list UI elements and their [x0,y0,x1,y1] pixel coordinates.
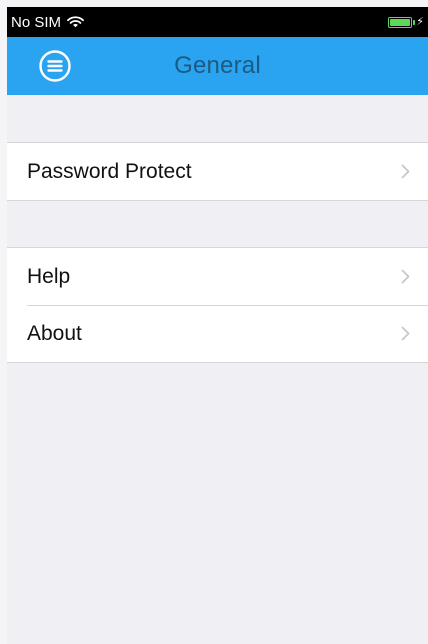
help-label: Help [27,264,71,288]
chevron-right-icon [401,326,410,341]
battery-tip [413,19,416,25]
carrier-label: No SIM [11,13,62,31]
status-left: No SIM [11,14,84,31]
wifi-icon [67,16,84,28]
about-label: About [27,321,82,345]
password-protect-row[interactable]: Password Protect [7,143,428,200]
about-row[interactable]: About [7,305,428,362]
chevron-right-icon [401,164,410,179]
chevron-right-icon [401,269,410,284]
battery-fill [390,18,411,26]
battery-body [388,16,413,28]
settings-group-security: Password Protect [7,142,428,201]
page-title: General [174,52,261,79]
settings-group-info: Help About [7,247,428,363]
navigation-bar: General [7,37,428,95]
password-protect-label: Password Protect [27,159,192,183]
help-row[interactable]: Help [7,248,428,305]
charging-bolt-icon: ⚡ [416,15,424,28]
menu-button[interactable] [38,49,72,83]
menu-icon [39,50,71,82]
battery-charging-icon: ⚡ [388,15,424,28]
status-bar: No SIM ⚡ [7,7,428,37]
phone-screen: No SIM ⚡ General Password Protect Help A… [7,7,428,644]
